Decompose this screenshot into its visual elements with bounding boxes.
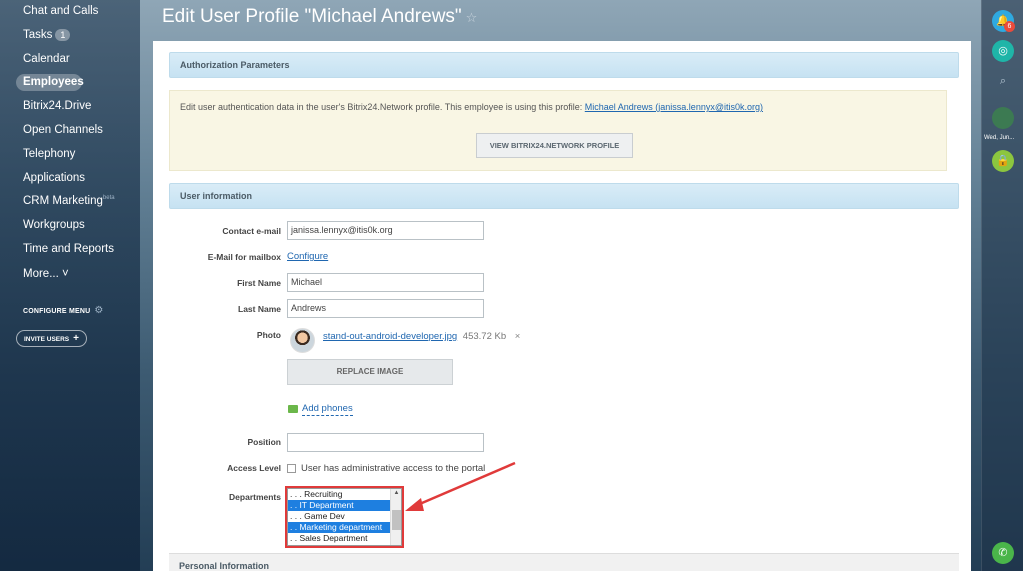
nav-item-tasks[interactable]: Tasks 1 [23, 29, 71, 41]
section-header-user-information: User information [169, 183, 959, 209]
nav-item-drive[interactable]: Bitrix24.Drive [23, 100, 91, 112]
nav-item-open-channels[interactable]: Open Channels [23, 124, 103, 136]
mailbox-label: E-Mail for mailbox [207, 252, 281, 262]
nav-item-employees[interactable]: Employees [23, 76, 84, 88]
add-phones-link[interactable]: Add phones [302, 403, 353, 416]
star-icon[interactable]: ☆ [466, 10, 478, 25]
section-header-authorization: Authorization Parameters [169, 52, 959, 78]
user-photo-thumbnail [290, 328, 315, 353]
photo-file: stand-out-android-developer.jpg 453.72 K… [323, 331, 520, 342]
chat-icon[interactable]: ◎ [992, 40, 1014, 62]
nav-item-calendar[interactable]: Calendar [23, 53, 70, 65]
left-sidebar: Chat and Calls Tasks 1 Calendar Employees… [0, 0, 140, 571]
last-name-label: Last Name [238, 304, 281, 314]
phone-call-icon[interactable]: ✆ [992, 542, 1014, 564]
nav-label: More... ˅ [23, 268, 69, 280]
position-field[interactable] [287, 433, 484, 452]
nav-item-workgroups[interactable]: Workgroups [23, 219, 85, 231]
nav-item-time-and-reports[interactable]: Time and Reports [23, 243, 114, 255]
view-network-profile-button[interactable]: VIEW BITRIX24.NETWORK PROFILE [476, 133, 633, 158]
nav-label: Chat and Calls [23, 5, 99, 17]
last-name-field[interactable]: Andrews [287, 299, 484, 318]
departments-label: Departments [229, 492, 281, 502]
scroll-thumb[interactable] [392, 510, 401, 530]
invite-users-label: INVITE USERS [24, 336, 70, 343]
nav-label: Workgroups [23, 219, 85, 231]
nav-label: Tasks [23, 29, 53, 41]
nav-item-crm-marketing[interactable]: CRM Marketingbeta [23, 195, 115, 207]
tasks-count-badge: 1 [55, 29, 71, 41]
main-content: Authorization Parameters Edit user authe… [153, 41, 971, 571]
lock-icon[interactable]: 🔒 [992, 150, 1014, 172]
position-label: Position [247, 437, 281, 447]
contact-email-field[interactable]: janissa.lennyx@itis0k.org [287, 221, 484, 240]
listbox-scrollbar[interactable]: ▲ [390, 489, 401, 545]
gear-icon: ⚙ [94, 305, 104, 316]
department-option-selected[interactable]: . . Marketing department [288, 522, 390, 533]
notifications-count-badge: 6 [1004, 21, 1015, 32]
admin-access-checkbox[interactable] [287, 464, 296, 473]
search-icon[interactable]: ⌕ [992, 70, 1014, 92]
departments-listbox[interactable]: . . . Recruiting . . IT Department . . .… [287, 488, 402, 546]
photo-file-size: 453.72 Kb [462, 331, 507, 342]
first-name-label: First Name [237, 278, 281, 288]
nav-label: Time and Reports [23, 243, 114, 255]
page-title-text: Edit User Profile "Michael Andrews" [162, 6, 462, 27]
department-option[interactable]: . . . Game Dev [288, 511, 390, 522]
configure-menu-button[interactable]: CONFIGURE MENU ⚙ [23, 305, 104, 316]
user-avatar-icon[interactable] [992, 107, 1014, 129]
nav-label: Telephony [23, 148, 76, 160]
page-title: Edit User Profile "Michael Andrews" ☆ [162, 6, 477, 28]
right-panel: 🔔 6 ◎ ⌕ Wed, Jun... 🔒 ✆ [981, 0, 1023, 571]
nav-label: CRM Marketing [23, 195, 103, 207]
plus-icon: + [73, 333, 79, 344]
network-profile-link[interactable]: Michael Andrews (janissa.lennyx@itis0k.o… [585, 102, 763, 112]
nav-item-more[interactable]: More... ˅ [23, 268, 69, 280]
first-name-field[interactable]: Michael [287, 273, 484, 292]
nav-label: Bitrix24.Drive [23, 100, 92, 112]
nav-label: Employees [23, 76, 84, 88]
department-option[interactable]: . . Sales Department [288, 533, 390, 544]
invite-users-button[interactable]: INVITE USERS + [16, 330, 87, 347]
department-option-selected[interactable]: . . IT Department [288, 500, 390, 511]
remove-photo-icon[interactable]: × [515, 331, 521, 342]
contact-email-label: Contact e-mail [222, 226, 281, 236]
replace-image-button[interactable]: REPLACE IMAGE [287, 359, 453, 385]
photo-file-link[interactable]: stand-out-android-developer.jpg [323, 331, 457, 342]
configure-menu-label: CONFIGURE MENU [23, 308, 91, 315]
nav-item-chat-and-calls[interactable]: Chat and Calls [23, 5, 98, 17]
photo-label: Photo [256, 330, 281, 340]
admin-access-label: User has administrative access to the po… [301, 463, 486, 474]
access-level-label: Access Level [227, 463, 281, 473]
nav-item-applications[interactable]: Applications [23, 172, 85, 184]
auth-text: Edit user authentication data in the use… [180, 102, 585, 112]
nav-item-telephony[interactable]: Telephony [23, 148, 75, 160]
authorization-box: Edit user authentication data in the use… [169, 90, 947, 171]
nav-label: Open Channels [23, 124, 103, 136]
section-header-personal-information: Personal Information [169, 553, 959, 571]
date-label: Wed, Jun... [984, 135, 1015, 141]
department-option[interactable]: . . . Recruiting [288, 489, 390, 500]
beta-badge: beta [102, 195, 115, 201]
nav-label: Calendar [23, 53, 70, 65]
auth-description: Edit user authentication data in the use… [180, 102, 763, 112]
scroll-up-icon[interactable]: ▲ [391, 489, 401, 498]
nav-label: Applications [23, 172, 86, 184]
phone-icon [288, 405, 298, 413]
configure-mailbox-link[interactable]: Configure [287, 251, 328, 262]
